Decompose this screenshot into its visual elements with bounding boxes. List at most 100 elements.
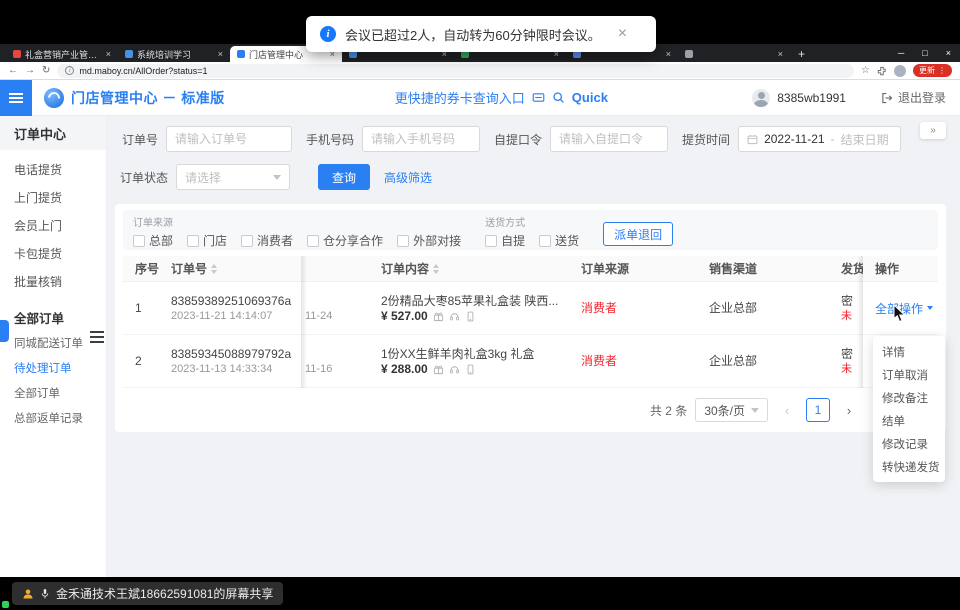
username[interactable]: 8385wb1991 <box>777 91 846 105</box>
tab-close-icon[interactable]: × <box>778 49 783 59</box>
menu-item-close-order[interactable]: 结单 <box>873 409 945 432</box>
col-index: 序号 <box>123 260 159 277</box>
new-tab-button[interactable]: + <box>798 46 805 62</box>
sidebar-item-batch-verify[interactable]: 批量核销 <box>0 267 106 295</box>
search-button[interactable]: 查询 <box>318 164 370 190</box>
browser-toolbar: ← → ↻ i md.maboy.cn/AllOrder?status=1 ☆ … <box>0 62 960 80</box>
order-content: 2份精品大枣85苹果礼盒装 陕西... <box>381 293 569 309</box>
checkbox-label: 消费者 <box>257 232 293 249</box>
sidebar-item-hq-return-records[interactable]: 总部返单记录 <box>0 405 106 430</box>
sidebar-item-member-door[interactable]: 会员上门 <box>0 211 106 239</box>
prev-page-button[interactable]: ‹ <box>776 399 798 421</box>
page-1-button[interactable]: 1 <box>806 398 830 422</box>
floating-menu-icon[interactable] <box>90 331 104 343</box>
close-icon[interactable]: × <box>937 48 960 58</box>
menu-item-edit-history[interactable]: 修改记录 <box>873 432 945 455</box>
checkbox-store[interactable]: 门店 <box>187 232 227 249</box>
checkbox-external[interactable]: 外部对接 <box>397 232 461 249</box>
sidebar-item-phone-pickup[interactable]: 电话提货 <box>0 155 106 183</box>
browser-tab-2[interactable]: 系统培训学习 × <box>118 46 230 62</box>
advanced-filter-link[interactable]: 高级筛选 <box>384 169 432 186</box>
page-size-select[interactable]: 30条/页 <box>695 398 768 422</box>
forward-icon[interactable]: → <box>25 66 35 76</box>
sidebar-item-all-orders[interactable]: 全部订单 <box>0 380 106 405</box>
menu-item-details[interactable]: 详情 <box>873 340 945 363</box>
phone-input[interactable] <box>362 126 480 152</box>
menu-item-cancel-order[interactable]: 订单取消 <box>873 363 945 386</box>
mic-icon <box>40 588 50 600</box>
order-status-select[interactable]: 请选择 <box>176 164 290 190</box>
phone-label: 手机号码 <box>306 131 354 148</box>
checkbox-warehouse-share[interactable]: 仓分享合作 <box>307 232 383 249</box>
url-text: md.maboy.cn/AllOrder?status=1 <box>79 66 207 76</box>
sidebar-item-door-pickup[interactable]: 上门提货 <box>0 183 106 211</box>
pickup-time-label: 提货时间 <box>682 131 730 148</box>
maximize-icon[interactable]: □ <box>913 48 936 58</box>
browser-tab-1[interactable]: 礼盒营销产业管理中心 × <box>6 46 118 62</box>
sales-channel: 企业总部 <box>709 353 837 369</box>
menu-button[interactable] <box>0 80 32 116</box>
app-header: 门店管理中心 － 标准版 更快捷的券卡查询入口 Quick 8385wb1991… <box>0 80 960 116</box>
menu-item-edit-remark[interactable]: 修改备注 <box>873 386 945 409</box>
col-ship-status: 发货 <box>837 260 863 277</box>
logout-label: 退出登录 <box>898 89 946 106</box>
collapse-chip[interactable]: » <box>920 122 946 139</box>
tab-favicon <box>125 50 133 58</box>
back-icon[interactable]: ← <box>8 66 18 76</box>
site-info-icon[interactable]: i <box>65 66 74 75</box>
logout-button[interactable]: 退出登录 <box>881 89 946 106</box>
checkbox-label: 总部 <box>149 232 173 249</box>
dispatch-return-button[interactable]: 派单退回 <box>603 222 673 246</box>
checkbox-delivery[interactable]: 送货 <box>539 232 579 249</box>
toast-message: 会议已超过2人，自动转为60分钟限时会议。 <box>345 25 601 44</box>
sort-caret-down-icon <box>211 270 217 274</box>
browser-tab-7[interactable]: × <box>678 46 790 62</box>
search-icon[interactable] <box>552 91 565 104</box>
tab-favicon <box>237 50 245 58</box>
checkbox-consumer[interactable]: 消费者 <box>241 232 293 249</box>
bookmark-star-icon[interactable]: ☆ <box>861 65 870 76</box>
tab-close-icon[interactable]: × <box>666 49 671 59</box>
tab-label: 系统培训学习 <box>137 48 214 61</box>
card-query-icon[interactable] <box>532 91 545 104</box>
ship-status-line1: 密 <box>841 346 863 362</box>
close-icon[interactable]: × <box>618 25 627 43</box>
sidebar-item-pending-orders[interactable]: 待处理订单 <box>0 355 106 380</box>
sort-icons[interactable] <box>211 264 217 274</box>
col-content[interactable]: 订单内容 <box>369 260 569 277</box>
quick-search-label[interactable]: Quick <box>572 90 608 105</box>
col-label: 订单号 <box>171 260 207 277</box>
sidebar-section-all-orders[interactable]: 全部订单 <box>0 304 106 330</box>
minimize-icon[interactable]: ─ <box>889 48 913 58</box>
checkbox-label: 外部对接 <box>413 232 461 249</box>
sidebar-item-card-pickup[interactable]: 卡包提货 <box>0 239 106 267</box>
user-avatar-icon[interactable] <box>752 89 770 107</box>
sidebar: 订单中心 电话提货 上门提货 会员上门 卡包提货 批量核销 全部订单 同城配送订… <box>0 116 107 577</box>
order-no-input[interactable] <box>166 126 292 152</box>
date-range-picker[interactable]: 2022-11-21 - 结束日期 <box>738 126 901 152</box>
menu-item-express-ship[interactable]: 转快递发货 <box>873 455 945 478</box>
gift-icon <box>433 311 444 322</box>
checkbox-self-pickup[interactable]: 自提 <box>485 232 525 249</box>
pickup-code-input[interactable] <box>550 126 668 152</box>
coupon-query-link[interactable]: 更快捷的券卡查询入口 <box>395 88 525 107</box>
reload-icon[interactable]: ↻ <box>42 66 50 76</box>
col-order-no[interactable]: 订单号 <box>159 260 301 277</box>
profile-avatar[interactable] <box>894 65 906 77</box>
phone-icon <box>465 364 476 375</box>
order-content: 1份XX生鲜羊肉礼盒3kg 礼盒 <box>381 346 569 362</box>
extensions-icon[interactable] <box>877 66 887 76</box>
logout-icon <box>881 92 893 104</box>
checkbox-hq[interactable]: 总部 <box>133 232 173 249</box>
tab-close-icon[interactable]: × <box>106 49 111 59</box>
all-actions-dropdown[interactable]: 全部操作 <box>875 300 938 317</box>
next-page-button[interactable]: › <box>838 399 860 421</box>
calendar-icon <box>747 134 758 145</box>
update-button[interactable]: 更新 ⋮ <box>913 64 952 77</box>
tab-close-icon[interactable]: × <box>218 49 223 59</box>
sort-icons[interactable] <box>433 264 439 274</box>
update-label: 更新 <box>919 65 935 76</box>
quick-entry: 更快捷的券卡查询入口 Quick <box>395 88 608 107</box>
floating-handle[interactable] <box>0 320 9 342</box>
address-bar[interactable]: i md.maboy.cn/AllOrder?status=1 <box>57 64 854 78</box>
